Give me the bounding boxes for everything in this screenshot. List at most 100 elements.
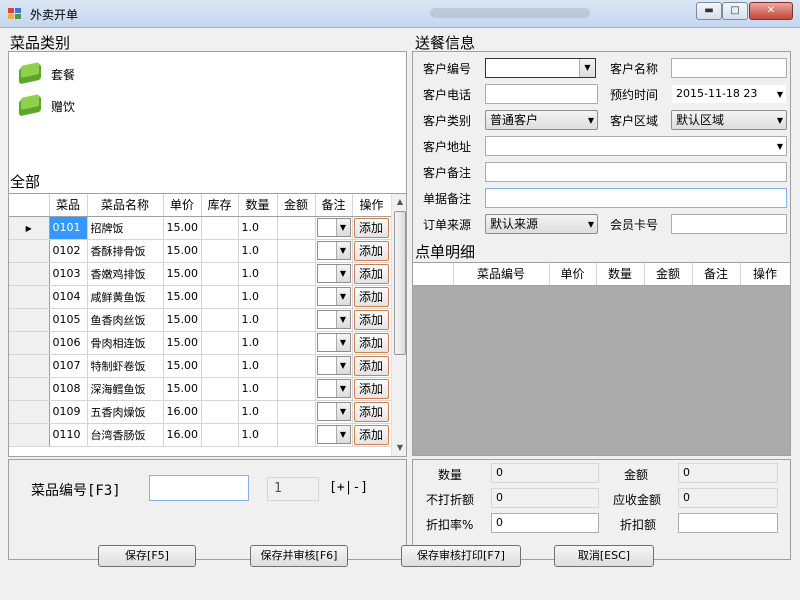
dish-name-cell[interactable]: 香嫩鸡排饭 xyxy=(87,262,164,286)
dish-stock-cell[interactable] xyxy=(201,239,239,263)
member-card-input[interactable] xyxy=(671,214,787,234)
dish-price-cell[interactable]: 15.00 xyxy=(163,331,202,355)
dish-price-cell[interactable]: 15.00 xyxy=(163,377,202,401)
scroll-up-icon[interactable]: ▲ xyxy=(392,194,406,210)
dish-stock-cell[interactable] xyxy=(201,285,239,309)
row-header[interactable] xyxy=(9,423,50,447)
dish-name-cell[interactable]: 咸鲜黄鱼饭 xyxy=(87,285,164,309)
dish-note-cell[interactable]: ▼ xyxy=(315,262,353,286)
add-button[interactable]: 添加 xyxy=(353,332,389,353)
row-header[interactable] xyxy=(9,308,50,332)
row-header[interactable] xyxy=(9,377,50,401)
dish-stock-cell[interactable] xyxy=(201,331,239,355)
dish-amount-cell[interactable] xyxy=(277,377,316,401)
discount-input[interactable] xyxy=(678,513,778,533)
save-button[interactable]: 保存[F5] xyxy=(98,545,196,567)
add-button[interactable]: 添加 xyxy=(353,424,389,445)
col-header[interactable]: 菜品名称 xyxy=(87,194,164,217)
table-row[interactable]: 0110 台湾香肠饭 16.00 1.0 ▼ 添加 xyxy=(9,423,392,447)
dish-qty-cell[interactable]: 1.0 xyxy=(238,423,278,447)
col-header[interactable]: 备注 xyxy=(315,194,353,217)
discount-rate-input[interactable]: 0 xyxy=(491,513,599,533)
dish-name-cell[interactable]: 台湾香肠饭 xyxy=(87,423,164,447)
dish-amount-cell[interactable] xyxy=(277,331,316,355)
col-header[interactable]: 库存 xyxy=(201,194,239,217)
close-button[interactable]: ✕ xyxy=(749,2,793,20)
dish-amount-cell[interactable] xyxy=(277,216,316,240)
dish-scrollbar[interactable]: ▲ ▼ xyxy=(391,194,406,456)
scroll-down-icon[interactable]: ▼ xyxy=(392,440,406,456)
note-combo[interactable]: ▼ xyxy=(316,425,351,444)
col-header[interactable]: 菜品 xyxy=(49,194,88,217)
dish-note-cell[interactable]: ▼ xyxy=(315,400,353,424)
note-combo[interactable]: ▼ xyxy=(316,287,351,306)
reserve-time-picker[interactable]: 2015-11-18 23 ▼ xyxy=(671,84,787,104)
customer-type-select[interactable]: 普通客户 ▼ xyxy=(485,110,598,130)
col-header[interactable]: 单价 xyxy=(549,263,597,286)
dish-stock-cell[interactable] xyxy=(201,262,239,286)
dish-note-cell[interactable]: ▼ xyxy=(315,331,353,355)
table-row[interactable]: 0103 香嫩鸡排饭 15.00 1.0 ▼ 添加 xyxy=(9,262,392,286)
dish-stock-cell[interactable] xyxy=(201,400,239,424)
col-header[interactable]: 单价 xyxy=(163,194,202,217)
scroll-thumb[interactable] xyxy=(394,211,406,355)
dish-name-cell[interactable]: 特制虾卷饭 xyxy=(87,354,164,378)
row-header[interactable] xyxy=(9,331,50,355)
row-header[interactable] xyxy=(9,354,50,378)
save-audit-button[interactable]: 保存并审核[F6] xyxy=(250,545,348,567)
note-combo[interactable]: ▼ xyxy=(316,333,351,352)
dish-qty-cell[interactable]: 1.0 xyxy=(238,239,278,263)
dish-price-cell[interactable]: 16.00 xyxy=(163,423,202,447)
dish-amount-cell[interactable] xyxy=(277,400,316,424)
dish-code-cell[interactable]: 0106 xyxy=(49,331,88,355)
dish-note-cell[interactable]: ▼ xyxy=(315,308,353,332)
table-row[interactable]: 0108 深海鳕鱼饭 15.00 1.0 ▼ 添加 xyxy=(9,377,392,401)
col-header[interactable]: 金额 xyxy=(644,263,693,286)
dish-note-cell[interactable]: ▼ xyxy=(315,239,353,263)
dish-name-cell[interactable]: 五香肉燥饭 xyxy=(87,400,164,424)
row-header[interactable] xyxy=(9,239,50,263)
row-header[interactable] xyxy=(9,400,50,424)
dish-price-cell[interactable]: 15.00 xyxy=(163,308,202,332)
minimize-button[interactable]: ▬ xyxy=(696,2,722,20)
col-header[interactable]: 操作 xyxy=(740,263,790,286)
dish-stock-cell[interactable] xyxy=(201,354,239,378)
dish-qty-cell[interactable]: 1.0 xyxy=(238,262,278,286)
add-button[interactable]: 添加 xyxy=(353,263,389,284)
dish-amount-cell[interactable] xyxy=(277,262,316,286)
add-button[interactable]: 添加 xyxy=(353,401,389,422)
dish-price-cell[interactable]: 15.00 xyxy=(163,262,202,286)
customer-name-input[interactable] xyxy=(671,58,787,78)
add-button[interactable]: 添加 xyxy=(353,217,389,238)
category-item-drink[interactable]: 赠饮 xyxy=(17,92,75,120)
table-row[interactable]: 0107 特制虾卷饭 15.00 1.0 ▼ 添加 xyxy=(9,354,392,378)
phone-input[interactable] xyxy=(485,84,598,104)
note-combo[interactable]: ▼ xyxy=(316,264,351,283)
dish-amount-cell[interactable] xyxy=(277,239,316,263)
row-header[interactable] xyxy=(9,262,50,286)
dish-code-cell[interactable]: 0101 xyxy=(49,216,88,240)
dish-qty-cell[interactable]: 1.0 xyxy=(238,354,278,378)
note-combo[interactable]: ▼ xyxy=(316,218,351,237)
dish-note-cell[interactable]: ▼ xyxy=(315,216,353,240)
maximize-button[interactable]: □ xyxy=(722,2,748,20)
dish-qty-cell[interactable]: 1.0 xyxy=(238,308,278,332)
add-button[interactable]: 添加 xyxy=(353,286,389,307)
dish-qty-cell[interactable]: 1.0 xyxy=(238,400,278,424)
save-audit-print-button[interactable]: 保存审核打印[F7] xyxy=(401,545,521,567)
dish-qty-cell[interactable]: 1.0 xyxy=(238,216,278,240)
note-combo[interactable]: ▼ xyxy=(316,402,351,421)
dish-name-cell[interactable]: 鱼香肉丝饭 xyxy=(87,308,164,332)
dish-code-cell[interactable]: 0103 xyxy=(49,262,88,286)
col-header[interactable]: 备注 xyxy=(692,263,741,286)
add-button[interactable]: 添加 xyxy=(353,355,389,376)
dish-name-cell[interactable]: 深海鳕鱼饭 xyxy=(87,377,164,401)
dish-note-cell[interactable]: ▼ xyxy=(315,354,353,378)
note-combo[interactable]: ▼ xyxy=(316,379,351,398)
col-header[interactable]: 菜品编号 xyxy=(453,263,550,286)
dish-code-cell[interactable]: 0102 xyxy=(49,239,88,263)
dish-name-cell[interactable]: 骨肉相连饭 xyxy=(87,331,164,355)
dish-name-cell[interactable]: 招牌饭 xyxy=(87,216,164,240)
dish-code-input[interactable] xyxy=(149,475,249,501)
dish-amount-cell[interactable] xyxy=(277,354,316,378)
